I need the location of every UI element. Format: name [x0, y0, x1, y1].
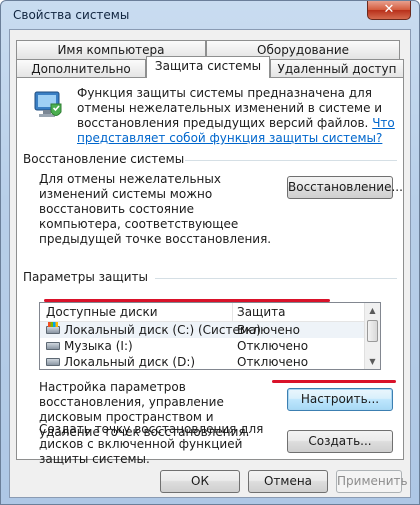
- drive-name: Локальный диск (C:) (Система): [64, 323, 261, 337]
- tab-advanced[interactable]: Дополнительно: [16, 59, 146, 78]
- intro-text: Функция защиты системы предназначена для…: [77, 86, 383, 130]
- dialog-client-area: Имя компьютера Оборудование Дополнительн…: [9, 29, 411, 498]
- annotation-underline-configure: [272, 380, 396, 383]
- annotation-underline-drive: [44, 299, 330, 302]
- protection-group-title: Параметры защиты: [23, 270, 148, 284]
- system-properties-window: Свойства системы ✕ Имя компьютера Оборуд…: [0, 0, 420, 505]
- title-bar[interactable]: Свойства системы ✕: [1, 1, 419, 29]
- system-protection-icon: [34, 91, 62, 117]
- drives-list-scrollbar[interactable]: ▲ ▼: [364, 303, 380, 369]
- intro-text-block: Функция защиты системы предназначена для…: [77, 86, 397, 146]
- configure-button[interactable]: Настроить...: [287, 388, 393, 411]
- protection-group-divider: [155, 278, 397, 279]
- drive-protection-status: Отключено: [237, 355, 309, 369]
- drive-row-d[interactable]: Локальный диск (D:) Отключено: [40, 354, 366, 369]
- drives-list[interactable]: Доступные диски Защита Локальный диск (C…: [39, 302, 381, 370]
- close-button[interactable]: ✕: [367, 1, 411, 20]
- drive-icon: [46, 342, 60, 350]
- tab-remote-access[interactable]: Удаленный доступ: [270, 59, 404, 78]
- drive-protection-status: Включено: [237, 323, 300, 337]
- ok-button[interactable]: ОК: [160, 470, 240, 493]
- column-available-drives[interactable]: Доступные диски: [46, 305, 158, 319]
- restore-group-title: Восстановление системы: [23, 152, 185, 166]
- drive-row-c[interactable]: Локальный диск (C:) (Система) Включено: [40, 322, 366, 338]
- create-restore-point-button[interactable]: Создать...: [287, 430, 393, 453]
- restore-description: Для отмены нежелательных изменений систе…: [39, 172, 272, 246]
- cancel-button[interactable]: Отмена: [248, 470, 328, 493]
- restore-group-divider: [185, 160, 397, 161]
- drive-protection-status: Отключено: [237, 339, 309, 353]
- column-protection[interactable]: Защита: [237, 305, 286, 319]
- system-drive-icon: [46, 322, 60, 334]
- drive-row-i[interactable]: Музыка (I:) Отключено: [40, 338, 366, 354]
- apply-button[interactable]: Применить: [336, 470, 408, 493]
- scrollbar-thumb[interactable]: [367, 320, 378, 342]
- scroll-up-arrow-icon[interactable]: ▲: [365, 303, 380, 318]
- drives-list-header: Доступные диски Защита: [40, 303, 366, 322]
- drive-name: Локальный диск (D:): [64, 355, 196, 369]
- system-protection-panel: Функция защиты системы предназначена для…: [16, 77, 404, 466]
- column-separator[interactable]: [232, 303, 233, 322]
- create-description: Создать точку восстановления для дисков …: [39, 422, 264, 466]
- drive-icon: [46, 358, 60, 366]
- window-title: Свойства системы: [13, 8, 130, 22]
- system-restore-button[interactable]: Восстановление...: [287, 176, 403, 199]
- close-icon: ✕: [383, 2, 395, 17]
- scroll-down-arrow-icon[interactable]: ▼: [365, 354, 380, 369]
- drive-name: Музыка (I:): [64, 339, 133, 353]
- tab-system-protection[interactable]: Защита системы: [146, 56, 270, 78]
